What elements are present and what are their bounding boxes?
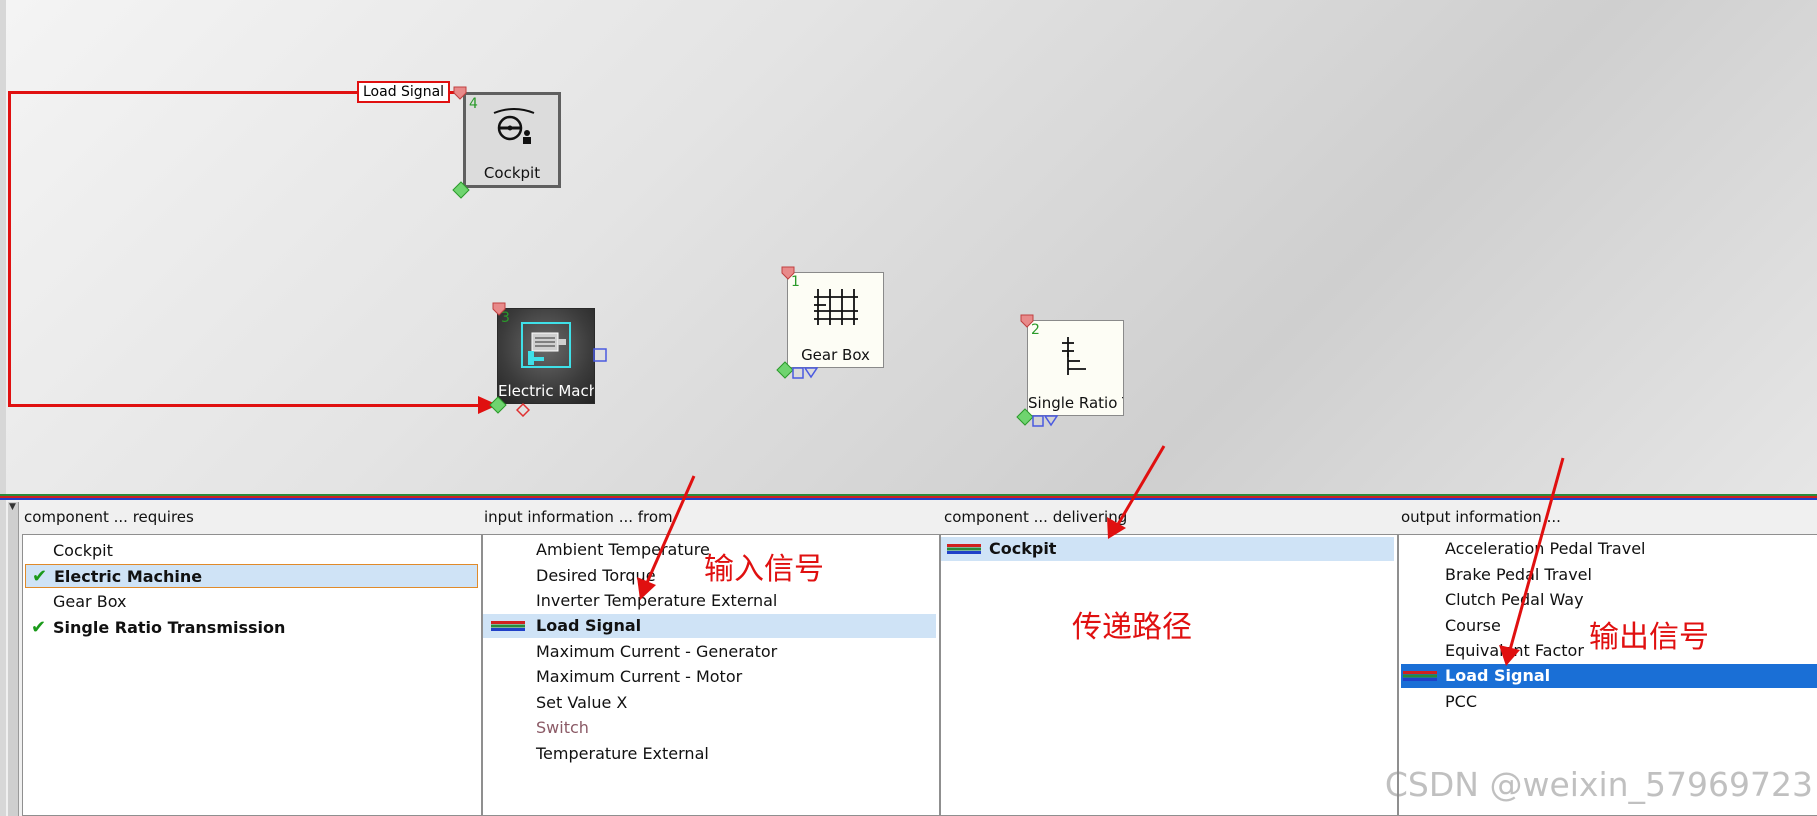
gearbox-icon	[814, 289, 858, 325]
signal-line-icon	[1403, 671, 1437, 681]
list-item-selected[interactable]: Load Signal	[1401, 664, 1817, 688]
list-item[interactable]: Acceleration Pedal Travel	[1399, 537, 1817, 561]
load-signal-tag[interactable]: Load Signal	[357, 81, 451, 103]
component-label: Gear Box	[801, 346, 870, 364]
list-item-selected[interactable]: ✔ Electric Machine	[25, 564, 478, 588]
output-port-icon[interactable]	[489, 396, 507, 414]
check-icon: ✔	[31, 617, 47, 638]
list-item[interactable]: Set Value X	[483, 691, 939, 715]
signal-line-icon	[491, 621, 525, 631]
bus-port-icon[interactable]	[593, 348, 607, 362]
header-input-information: input information ... from	[484, 508, 673, 526]
annotation-output-signal: 输出信号	[1589, 620, 1709, 655]
component-gear-box[interactable]: 1 Gear Box	[787, 272, 884, 368]
input-port-icon[interactable]	[452, 85, 468, 101]
header-component-delivering: component ... delivering	[944, 508, 1128, 526]
signal-line-icon	[947, 544, 981, 554]
mechanical-port-icon[interactable]	[516, 403, 530, 417]
annotation-input-signal: 输入信号	[704, 552, 824, 587]
list-item-highlighted[interactable]: Load Signal	[483, 614, 936, 638]
header-component-requires: component ... requires	[24, 508, 194, 526]
annotation-transfer-path: 传递路径	[1072, 610, 1192, 645]
mechanical-port-icon[interactable]	[1032, 414, 1058, 428]
watermark: CSDN @weixin_57969723	[1384, 765, 1813, 804]
list-item[interactable]: Maximum Current - Generator	[483, 640, 939, 664]
single-ratio-transmission-icon	[1062, 337, 1086, 375]
mechanical-port-icon[interactable]	[792, 366, 818, 380]
component-label: Cockpit	[483, 164, 541, 182]
connection-wire-bottom[interactable]	[8, 404, 480, 407]
list-item[interactable]: Maximum Current - Motor	[483, 665, 939, 689]
input-port-icon[interactable]	[491, 301, 507, 317]
output-port-icon[interactable]	[452, 181, 470, 199]
delivering-list[interactable]: Cockpit	[940, 534, 1398, 816]
diagram-canvas[interactable]	[6, 0, 1817, 494]
connection-wire-left[interactable]	[8, 91, 11, 407]
list-item[interactable]: Brake Pedal Travel	[1399, 563, 1817, 587]
component-single-ratio-transmission[interactable]: 2 Single Ratio T	[1027, 320, 1124, 416]
input-port-icon[interactable]	[780, 265, 796, 281]
component-label: Single Ratio T	[1028, 394, 1123, 412]
component-cockpit[interactable]: 4 Cockpit	[463, 92, 561, 188]
component-label: Electric Mach	[498, 382, 594, 400]
list-item[interactable]: Temperature External	[483, 742, 939, 766]
check-icon: ✔	[32, 566, 48, 587]
list-item[interactable]: Inverter Temperature External	[483, 589, 939, 613]
list-item[interactable]: Cockpit	[23, 539, 481, 563]
list-item-disabled[interactable]: Switch	[483, 716, 939, 740]
list-item[interactable]: Gear Box	[23, 590, 481, 614]
component-electric-machine[interactable]: 3 Electric Mach	[497, 308, 595, 404]
collapse-arrow-icon[interactable]: ▼	[9, 502, 16, 512]
requires-list[interactable]: Cockpit ✔ Electric Machine Gear Box ✔ Si…	[22, 534, 482, 816]
input-port-icon[interactable]	[1019, 313, 1035, 329]
steering-wheel-driver-icon	[493, 108, 535, 144]
header-output-information: output information ...	[1401, 508, 1561, 526]
connection-wire-top[interactable]	[8, 91, 360, 94]
vertical-splitter[interactable]: ▼	[8, 502, 19, 816]
electric-motor-icon	[521, 322, 571, 368]
list-item[interactable]: ✔ Single Ratio Transmission	[23, 616, 481, 640]
list-item-highlighted[interactable]: Cockpit	[941, 537, 1394, 561]
component-number: 4	[469, 96, 478, 112]
list-item[interactable]: PCC	[1399, 690, 1817, 714]
list-item[interactable]: Clutch Pedal Way	[1399, 588, 1817, 612]
